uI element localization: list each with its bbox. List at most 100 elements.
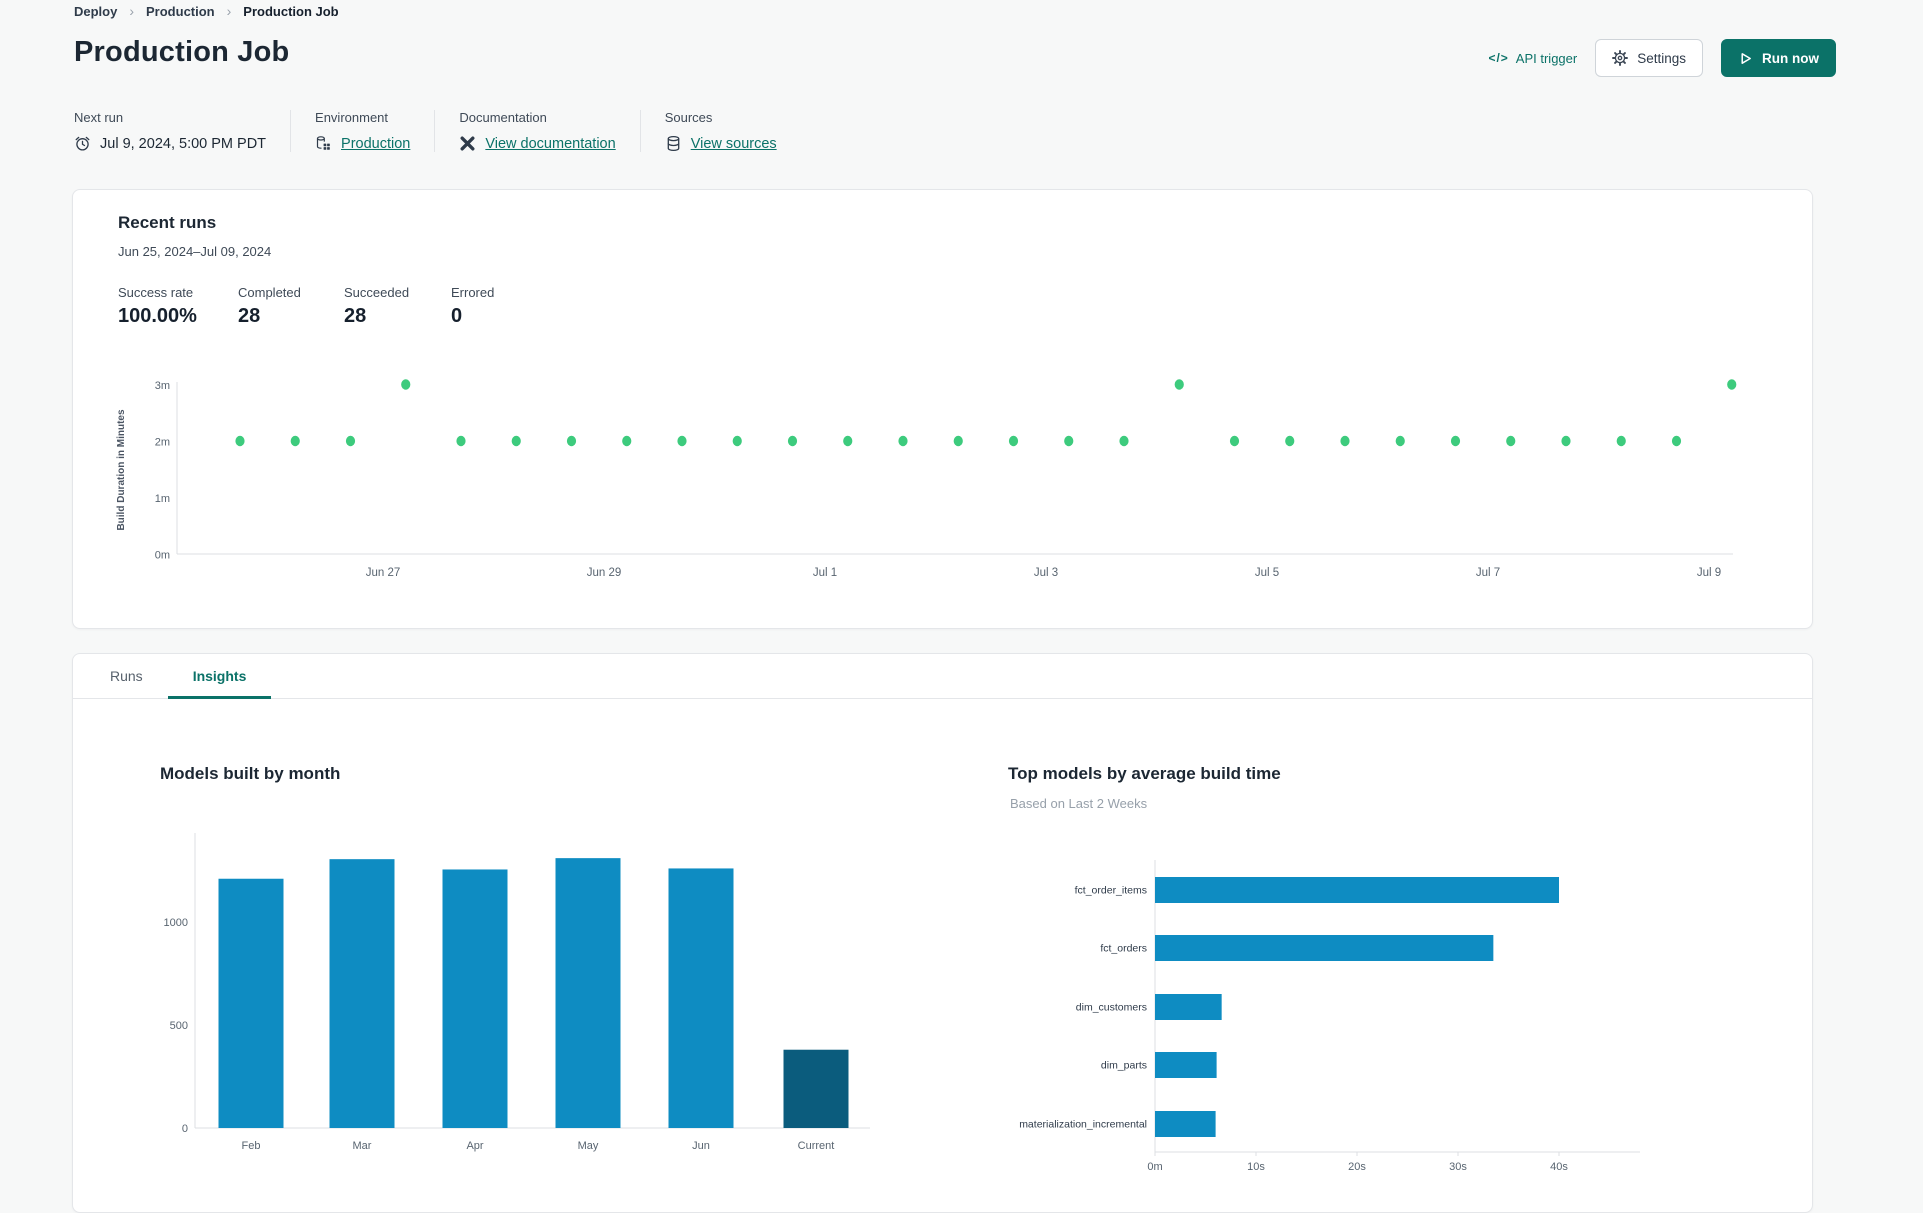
build-duration-scatter-chart: Build Duration in Minutes 3m 2m 1m 0m Jun 27 J…: [116, 379, 1737, 579]
stat-completed: Completed 28: [238, 285, 344, 328]
production-job-page: { "colors": { "teal": "#0B7268", "green_…: [0, 0, 1923, 1213]
month-bar-may[interactable]: [555, 858, 621, 1128]
model-bar-dim_customers[interactable]: [1155, 994, 1222, 1020]
stat-label: Succeeded: [344, 285, 410, 300]
run-point[interactable]: [1008, 435, 1019, 447]
run-point[interactable]: [898, 435, 908, 447]
model-bar-materialization_incremental[interactable]: [1155, 1111, 1216, 1137]
environment-icon: [315, 135, 332, 152]
breadcrumb: Deploy › Production › Production Job: [74, 3, 339, 19]
recent-runs-date-range: Jun 25, 2024–Jul 09, 2024: [118, 244, 272, 259]
month-bar-current[interactable]: [783, 1049, 849, 1128]
run-point[interactable]: [290, 435, 300, 447]
run-point[interactable]: [401, 379, 411, 390]
run-point[interactable]: [953, 435, 963, 447]
api-trigger-link[interactable]: </> API trigger: [1488, 51, 1577, 66]
model-label: dim_parts: [1101, 1060, 1147, 1072]
run-point[interactable]: [1506, 435, 1516, 447]
meta-next-run: Next run Jul 9, 2024, 5:00 PM PDT: [74, 110, 266, 152]
stat-value: 28: [238, 305, 261, 327]
environment-label: Environment: [315, 110, 389, 125]
environment-value-row: Production: [315, 135, 410, 152]
stat-label: Completed: [238, 285, 301, 300]
models-built-by-month-title: Models built by month: [160, 764, 341, 783]
model-bar-fct_order_items[interactable]: [1155, 877, 1559, 903]
run-point[interactable]: [1340, 435, 1350, 447]
chevron-right-icon: ›: [129, 3, 135, 19]
month-bar-jun[interactable]: [668, 868, 734, 1128]
run-point[interactable]: [566, 435, 577, 447]
meta-environment: Environment Production: [315, 110, 410, 152]
run-now-button[interactable]: Run now: [1721, 39, 1836, 77]
stat-label: Errored: [451, 285, 495, 300]
x-tick-label: 10s: [1247, 1161, 1265, 1173]
x-tick-label: May: [578, 1140, 599, 1152]
view-documentation-link[interactable]: View documentation: [485, 136, 615, 152]
top-models-title: Top models by average build time: [1008, 764, 1281, 783]
recent-runs-title: Recent runs: [118, 213, 217, 232]
dbt-docs-icon: [459, 135, 476, 152]
x-tick-label: Jun 29: [587, 567, 622, 579]
model-bar-dim_parts[interactable]: [1155, 1052, 1217, 1078]
settings-label: Settings: [1637, 50, 1686, 66]
month-bar-apr[interactable]: [442, 869, 508, 1128]
y-tick-label: 1000: [164, 917, 188, 929]
database-icon: [665, 135, 682, 152]
alarm-clock-icon: [74, 135, 91, 152]
run-point[interactable]: [345, 435, 356, 447]
tab-insights[interactable]: Insights: [167, 653, 272, 699]
model-label: fct_orders: [1100, 943, 1147, 955]
top-models-by-build-time-chart: 0m 10s 20s 30s 40s fct_order_items fct_ordersd…: [1019, 860, 1640, 1173]
run-point[interactable]: [511, 435, 521, 447]
run-point[interactable]: [787, 435, 798, 447]
scatter-ylabel: Build Duration in Minutes: [116, 409, 127, 531]
models-built-by-month-chart: 0 500 1000 Feb Mar Apr May Jun Current: [164, 833, 870, 1152]
api-trigger-label: API trigger: [1515, 50, 1578, 66]
settings-button[interactable]: Settings: [1595, 39, 1703, 77]
month-bar-feb[interactable]: [218, 878, 284, 1128]
play-icon: [1738, 51, 1753, 66]
run-point[interactable]: [456, 435, 466, 447]
breadcrumb-deploy[interactable]: Deploy: [74, 4, 117, 19]
gear-icon: [1612, 50, 1629, 66]
run-point[interactable]: [843, 435, 853, 447]
x-tick-label: Feb: [242, 1140, 261, 1152]
recent-runs-stats: Success rate 100.00% Completed 28 Succee…: [118, 285, 494, 328]
code-icon: </>: [1488, 51, 1509, 65]
x-tick-label: 0m: [1147, 1161, 1162, 1173]
x-tick-label: Jun 27: [366, 567, 401, 579]
next-run-value-row: Jul 9, 2024, 5:00 PM PDT: [74, 135, 266, 152]
environment-link[interactable]: Production: [341, 136, 410, 152]
y-tick-label: 500: [170, 1020, 188, 1032]
run-point[interactable]: [677, 435, 687, 447]
run-point[interactable]: [1174, 379, 1184, 390]
x-tick-label: Jul 3: [1034, 567, 1058, 579]
divider: [434, 110, 436, 152]
view-sources-link[interactable]: View sources: [691, 136, 777, 152]
run-point[interactable]: [622, 435, 632, 447]
header-actions: </> API trigger Settings Run now: [1488, 39, 1836, 77]
run-point[interactable]: [1285, 435, 1295, 447]
x-tick-label: Current: [798, 1140, 835, 1152]
run-point[interactable]: [1671, 435, 1682, 447]
run-point[interactable]: [1119, 435, 1129, 447]
run-point[interactable]: [1064, 435, 1074, 447]
run-point[interactable]: [1727, 379, 1737, 390]
breadcrumb-production[interactable]: Production: [146, 4, 215, 19]
run-point[interactable]: [1450, 435, 1461, 447]
x-tick-label: 30s: [1449, 1161, 1467, 1173]
model-label: fct_order_items: [1075, 885, 1147, 897]
run-point[interactable]: [1395, 435, 1405, 447]
run-point[interactable]: [1229, 435, 1240, 447]
model-bar-fct_orders[interactable]: [1155, 935, 1494, 961]
run-point[interactable]: [1616, 435, 1626, 447]
month-bar-mar[interactable]: [329, 859, 395, 1128]
stat-value: 100.00%: [118, 305, 197, 327]
tab-strip: Runs Insights: [72, 653, 1813, 699]
run-point[interactable]: [732, 435, 742, 447]
documentation-value-row: View documentation: [459, 135, 616, 152]
y-tick-label: 0m: [155, 550, 170, 562]
run-point[interactable]: [1561, 435, 1571, 447]
run-point[interactable]: [235, 435, 245, 447]
tab-runs[interactable]: Runs: [85, 653, 168, 698]
